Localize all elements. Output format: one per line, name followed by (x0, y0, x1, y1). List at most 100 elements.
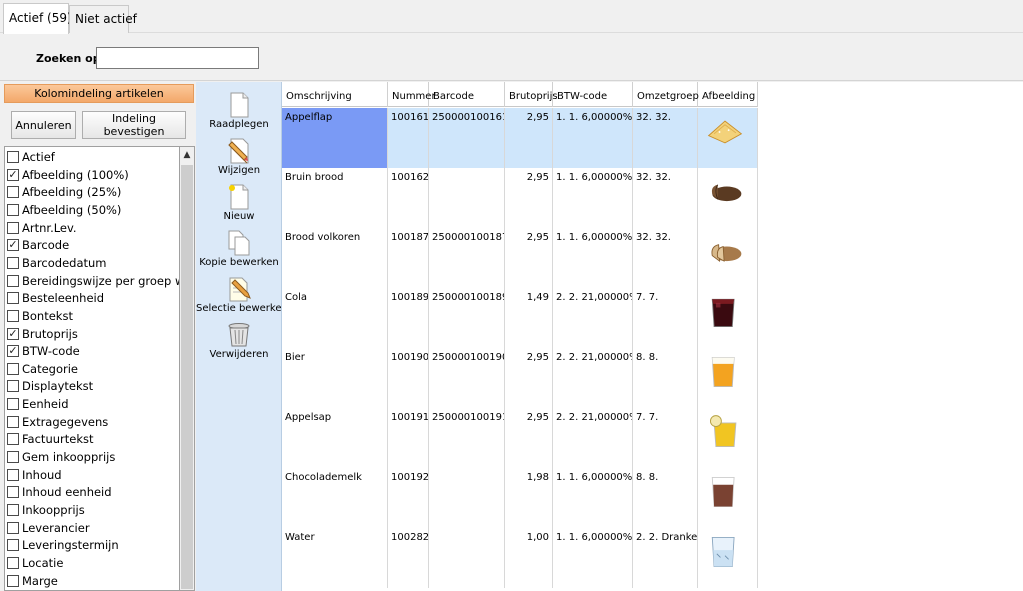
column-option[interactable]: Extragegevens (7, 413, 179, 431)
checkbox[interactable] (7, 380, 19, 393)
cell-brutoprijs[interactable]: 2,95 (505, 408, 553, 468)
column-option[interactable]: Actief (7, 148, 179, 166)
cancel-button[interactable]: Annuleren (11, 111, 76, 139)
column-option[interactable]: Eenheid (7, 395, 179, 413)
cell-omzetgroep[interactable]: 2. 2. Dranken (633, 528, 698, 588)
edit-button[interactable]: Wijzigen (196, 134, 282, 180)
selection-edit-button[interactable]: Selectie bewerken (196, 272, 288, 318)
column-option[interactable]: ✓ Brutoprijs (7, 325, 179, 343)
cell-afbeelding[interactable] (698, 528, 758, 588)
cell-btw-code[interactable]: 1. 1. 6,00000% (553, 468, 633, 528)
cell-nummer[interactable]: 100187 (388, 228, 429, 288)
cell-omschrijving[interactable]: Brood volkoren (282, 228, 388, 288)
checkbox[interactable]: ✓ (7, 168, 19, 181)
table-row[interactable]: Chocolademelk 100192 1,98 1. 1. 6,00000% 8. … (282, 468, 758, 528)
cell-barcode[interactable]: 2500001001870 (429, 228, 505, 288)
cell-omzetgroep[interactable]: 32. 32. (633, 228, 698, 288)
cell-omzetgroep[interactable]: 7. 7. (633, 288, 698, 348)
cell-omschrijving[interactable]: Cola (282, 288, 388, 348)
checkbox[interactable] (7, 398, 19, 411)
table-row[interactable]: Bier10019025000010019002,952. 2. 21,0000… (282, 348, 758, 408)
cell-nummer[interactable]: 100162 (388, 168, 429, 228)
cell-nummer[interactable]: 100192 (388, 468, 429, 528)
column-header-nummer[interactable]: Nummer (388, 82, 436, 107)
cell-omschrijving[interactable]: Bruin brood (282, 168, 388, 228)
search-input[interactable] (96, 47, 259, 69)
confirm-layout-button[interactable]: Indeling bevestigen (82, 111, 186, 139)
column-option[interactable]: Inhoud eenheid (7, 483, 179, 501)
cell-btw-code[interactable]: 2. 2. 21,00000% (553, 288, 633, 348)
column-option[interactable]: Bereidingswijze per groep weer (7, 272, 179, 290)
delete-button[interactable]: Verwijderen (196, 318, 282, 364)
column-option[interactable]: Bontekst (7, 307, 179, 325)
checkbox[interactable] (7, 203, 19, 216)
column-option[interactable]: ✓ Barcode (7, 236, 179, 254)
column-option[interactable]: Inkoopprijs (7, 501, 179, 519)
cell-barcode[interactable]: 2500001001894 (429, 288, 505, 348)
column-option[interactable]: Locatie (7, 554, 179, 572)
cell-afbeelding[interactable] (698, 288, 758, 348)
cell-nummer[interactable]: 100191 (388, 408, 429, 468)
table-row[interactable]: Appelflap10016125000010016102,951. 1. 6,… (282, 108, 758, 168)
cell-nummer[interactable]: 100161 (388, 108, 429, 168)
checkbox[interactable] (7, 221, 19, 234)
checkbox[interactable] (7, 574, 19, 587)
checkbox[interactable] (7, 504, 19, 516)
checkbox[interactable] (7, 468, 19, 481)
checkbox[interactable]: ✓ (7, 239, 19, 252)
column-option[interactable]: Leverancier (7, 519, 179, 537)
new-button[interactable]: Nieuw (196, 180, 282, 226)
scroll-thumb[interactable] (181, 165, 193, 589)
cell-barcode[interactable] (429, 468, 505, 528)
cell-brutoprijs[interactable]: 2,95 (505, 108, 553, 168)
cell-brutoprijs[interactable]: 1,00 (505, 528, 553, 588)
column-option[interactable]: Afbeelding (25%) (7, 183, 179, 201)
checkbox[interactable] (7, 362, 19, 375)
cell-barcode[interactable] (429, 528, 505, 588)
column-option[interactable]: Factuurtekst (7, 430, 179, 448)
scroll-up-icon[interactable]: ▲ (180, 147, 194, 163)
cell-afbeelding[interactable] (698, 348, 758, 408)
cell-brutoprijs[interactable]: 2,95 (505, 228, 553, 288)
table-row[interactable]: Bruin brood 100162 2,95 1. 1. 6,00000% 32. 3… (282, 168, 758, 228)
cell-nummer[interactable]: 100282 (388, 528, 429, 588)
table-row[interactable]: Cola10018925000010018941,492. 2. 21,0000… (282, 288, 758, 348)
column-header-omzetgroep[interactable]: Omzetgroep (633, 82, 699, 107)
column-option[interactable]: Displaytekst (7, 377, 179, 395)
checkbox[interactable] (7, 186, 19, 199)
column-header-btw-code[interactable]: BTW-code (553, 82, 633, 107)
cell-omzetgroep[interactable]: 8. 8. (633, 468, 698, 528)
column-option[interactable]: Inhoud (7, 466, 179, 484)
cell-nummer[interactable]: 100190 (388, 348, 429, 408)
checkbox[interactable] (7, 521, 19, 534)
tab-active[interactable]: Actief (59) (3, 3, 72, 34)
checkbox[interactable] (7, 433, 19, 446)
view-button[interactable]: Raadplegen (196, 88, 282, 134)
checkbox[interactable] (7, 539, 19, 552)
cell-omzetgroep[interactable]: 32. 32. (633, 108, 698, 168)
checkbox[interactable]: ✓ (7, 345, 19, 358)
cell-afbeelding[interactable] (698, 108, 758, 168)
tab-inactive[interactable]: Niet actief (69, 5, 137, 33)
cell-omzetgroep[interactable]: 32. 32. (633, 168, 698, 228)
cell-omschrijving[interactable]: Appelsap (282, 408, 388, 468)
cell-btw-code[interactable]: 2. 2. 21,00000% (553, 348, 633, 408)
cell-omschrijving[interactable]: Bier (282, 348, 388, 408)
column-option[interactable]: Barcodedatum (7, 254, 179, 272)
cell-barcode[interactable]: 2500001001900 (429, 348, 505, 408)
cell-barcode[interactable] (429, 168, 505, 228)
cell-omzetgroep[interactable]: 7. 7. (633, 408, 698, 468)
column-option[interactable]: ✓ Afbeelding (100%) (7, 166, 179, 184)
checkbox[interactable] (7, 309, 19, 322)
checkbox[interactable] (7, 451, 19, 464)
cell-btw-code[interactable]: 1. 1. 6,00000% (553, 108, 633, 168)
cell-brutoprijs[interactable]: 2,95 (505, 168, 553, 228)
cell-omschrijving[interactable]: Chocolademelk (282, 468, 388, 528)
column-option[interactable]: Marge (7, 572, 179, 590)
column-header-barcode[interactable]: Barcode (429, 82, 505, 107)
column-header-afbeelding[interactable]: Afbeelding (698, 82, 758, 107)
cell-omzetgroep[interactable]: 8. 8. (633, 348, 698, 408)
cell-afbeelding[interactable] (698, 468, 758, 528)
column-header-omschrijving[interactable]: Omschrijving (282, 82, 388, 107)
column-header-brutoprijs[interactable]: Brutoprijs (505, 82, 558, 107)
